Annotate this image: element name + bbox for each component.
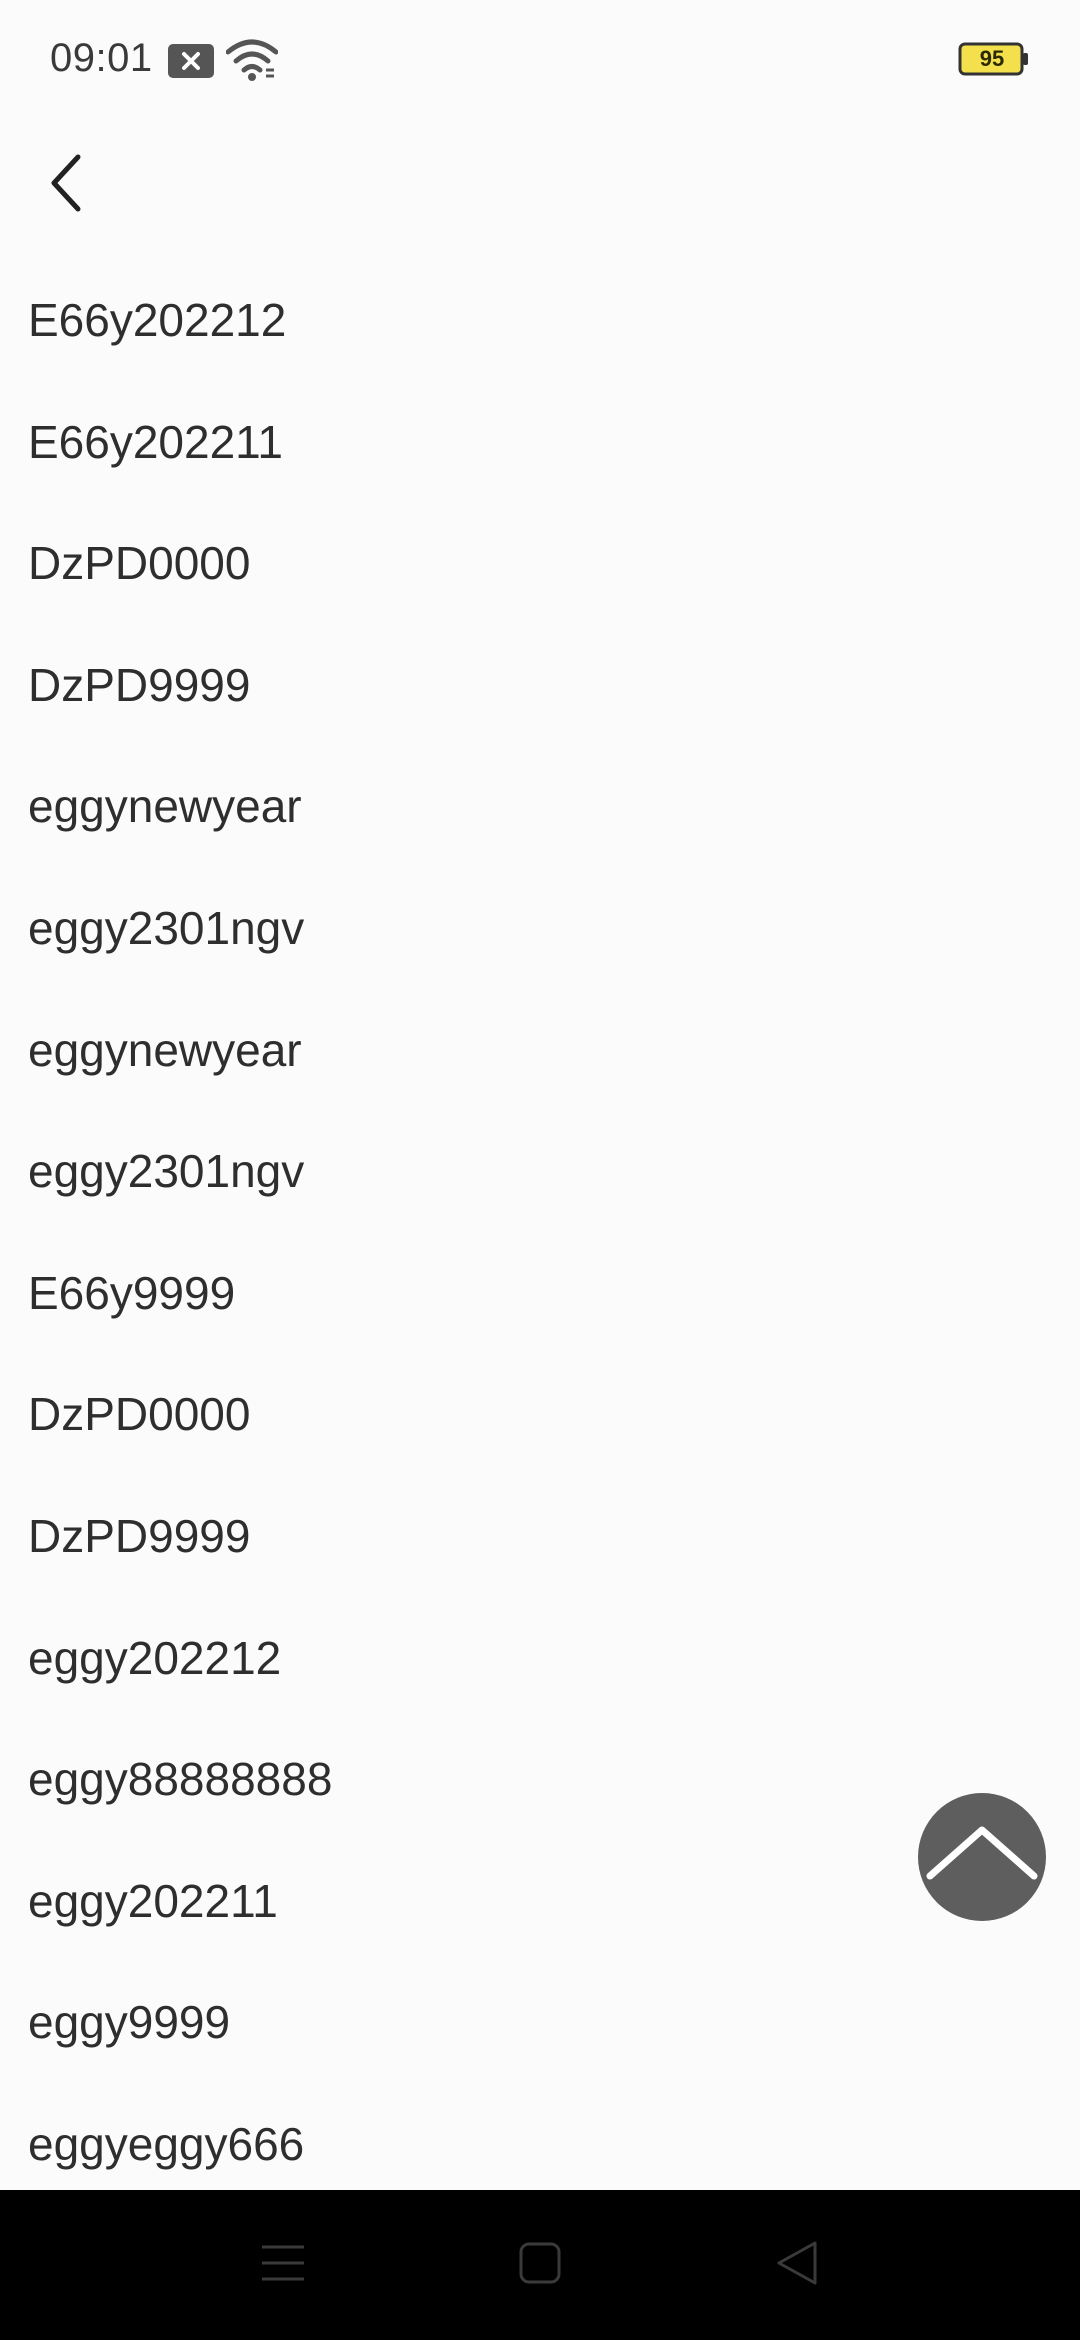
recent-apps-button[interactable] xyxy=(248,2230,318,2300)
system-back-button[interactable] xyxy=(762,2230,832,2300)
scroll-to-top-button[interactable] xyxy=(918,1793,1046,1921)
list-item[interactable]: DzPD0000 xyxy=(0,1354,1080,1476)
status-time: 09:01 xyxy=(50,36,153,80)
list-item[interactable]: eggy202212 xyxy=(0,1598,1080,1720)
list-item[interactable]: eggy2301ngv xyxy=(0,868,1080,990)
chevron-up-icon xyxy=(922,1820,1042,1895)
list-item[interactable]: E66y202212 xyxy=(0,260,1080,382)
item-list: E66y202212 E66y202211 DzPD0000 DzPD9999 … xyxy=(0,260,1080,2206)
menu-icon xyxy=(260,2243,306,2288)
home-button[interactable] xyxy=(505,2230,575,2300)
list-item[interactable]: E66y202211 xyxy=(0,382,1080,504)
list-item[interactable]: eggynewyear xyxy=(0,990,1080,1112)
navigation-bar xyxy=(0,2190,1080,2340)
status-bar: 09:01 95 xyxy=(0,0,1080,120)
list-item[interactable]: DzPD9999 xyxy=(0,1476,1080,1598)
chevron-left-icon xyxy=(40,154,100,229)
wifi-icon xyxy=(225,38,279,87)
list-item[interactable]: eggynewyear xyxy=(0,746,1080,868)
back-triangle-icon xyxy=(775,2240,819,2291)
list-item[interactable]: E66y9999 xyxy=(0,1233,1080,1355)
home-icon xyxy=(518,2241,562,2290)
list-item[interactable]: eggy9999 xyxy=(0,1962,1080,2084)
battery-level: 95 xyxy=(979,46,1005,71)
list-item[interactable]: DzPD0000 xyxy=(0,503,1080,625)
list-item[interactable]: eggyeggy666 xyxy=(0,2084,1080,2206)
notification-blocked-icon xyxy=(168,44,214,83)
back-button[interactable] xyxy=(40,145,100,225)
list-item[interactable]: DzPD9999 xyxy=(0,625,1080,747)
list-item[interactable]: eggy88888888 xyxy=(0,1719,1080,1841)
list-item[interactable]: eggy2301ngv xyxy=(0,1111,1080,1233)
